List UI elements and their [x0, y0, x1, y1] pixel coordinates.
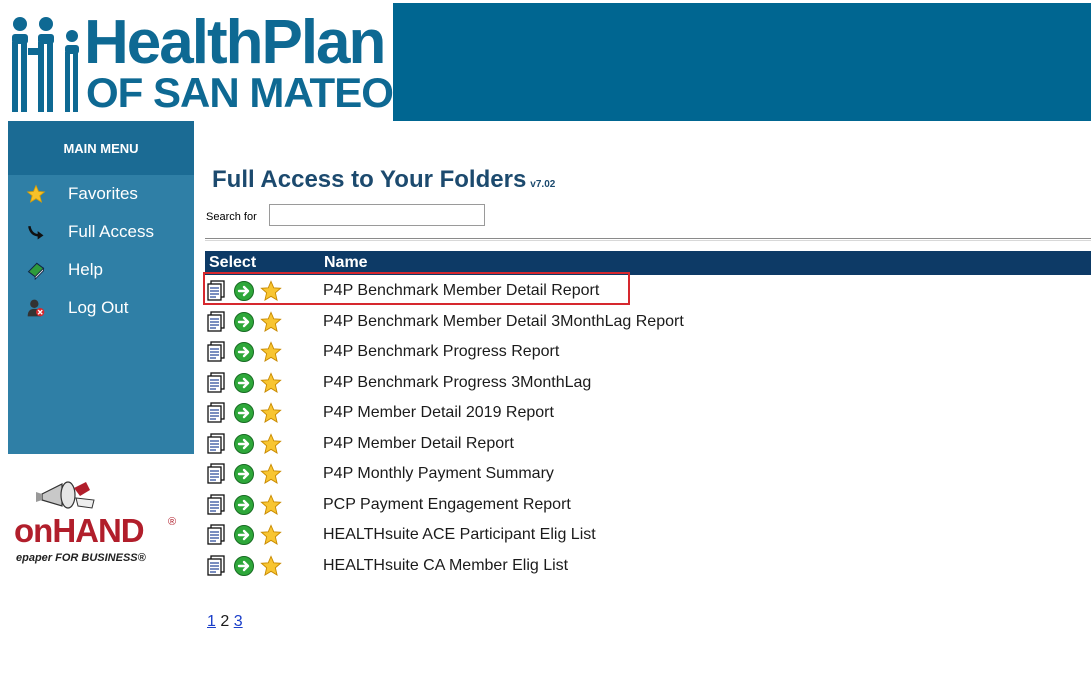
search-input[interactable] — [269, 204, 485, 226]
people-logo-icon — [12, 17, 79, 112]
onhand-logo: onHAND ® epaper FOR BUSINESS® — [10, 476, 190, 576]
row-actions — [206, 310, 287, 334]
sidebar-title: MAIN MENU — [8, 121, 194, 175]
registered-mark: ® — [168, 516, 177, 528]
page-link-1[interactable]: 1 — [207, 613, 216, 630]
version-label: v7.02 — [530, 179, 556, 190]
row-actions — [206, 523, 287, 547]
row-actions — [206, 371, 287, 395]
report-name-link[interactable]: P4P Benchmark Member Detail 3MonthLag Re… — [323, 313, 684, 331]
row-actions — [206, 279, 287, 303]
favorite-star-icon[interactable] — [260, 432, 282, 455]
document-icon[interactable] — [206, 524, 228, 546]
logo: HealthPlan OF SAN MATEO — [0, 0, 394, 121]
go-arrow-icon[interactable] — [233, 372, 255, 394]
row-actions — [206, 462, 287, 486]
row-actions — [206, 554, 287, 578]
sidebar-item-log-out[interactable]: Log Out — [8, 289, 194, 327]
document-icon[interactable] — [206, 341, 228, 363]
star-icon — [25, 183, 47, 205]
onhand-wordmark: onHAND — [14, 512, 145, 549]
row-actions — [206, 401, 287, 425]
go-arrow-icon[interactable] — [233, 494, 255, 516]
search-label: Search for — [206, 211, 257, 223]
table-row: HEALTHsuite ACE Participant Elig List — [205, 520, 1091, 551]
document-icon[interactable] — [206, 371, 228, 394]
sidebar-item-label: Help — [68, 260, 103, 279]
favorite-star-icon[interactable] — [260, 554, 282, 577]
go-arrow-icon[interactable] — [233, 341, 255, 363]
report-name-link[interactable]: P4P Member Detail Report — [323, 435, 514, 453]
user-logout-icon — [25, 297, 47, 319]
table-row: P4P Member Detail Report — [205, 429, 1091, 460]
sidebar-item-label: Favorites — [68, 184, 138, 203]
page-link-3[interactable]: 3 — [234, 613, 243, 630]
go-arrow-icon[interactable] — [233, 311, 255, 333]
row-actions — [206, 493, 287, 517]
sidebar-item-help[interactable]: Help — [8, 251, 194, 289]
favorite-star-icon[interactable] — [260, 341, 282, 363]
page-title-text: Full Access to Your Folders — [212, 166, 527, 193]
table-row: P4P Monthly Payment Summary — [205, 459, 1091, 490]
sidebar-item-label: Full Access — [68, 222, 154, 241]
document-icon[interactable] — [206, 280, 228, 302]
pagination: 1 2 3 — [207, 613, 243, 631]
table-row: P4P Benchmark Member Detail Report — [205, 276, 1091, 307]
favorite-star-icon[interactable] — [260, 524, 282, 546]
arrow-curve-icon — [25, 221, 47, 243]
sidebar-item-favorites[interactable]: Favorites — [8, 175, 194, 213]
favorite-star-icon[interactable] — [260, 463, 282, 485]
row-actions — [206, 340, 287, 364]
go-arrow-icon[interactable] — [233, 524, 255, 546]
logo-subtitle: OF SAN MATEO — [86, 69, 394, 116]
report-name-link[interactable]: HEALTHsuite ACE Participant Elig List — [323, 526, 596, 544]
logo-title: HealthPlan — [84, 8, 386, 77]
favorite-star-icon[interactable] — [260, 280, 282, 302]
report-name-link[interactable]: PCP Payment Engagement Report — [323, 496, 571, 514]
book-icon — [25, 259, 47, 281]
table-row: P4P Benchmark Progress Report — [205, 337, 1091, 368]
table-row: HEALTHsuite CA Member Elig List — [205, 551, 1091, 582]
document-icon[interactable] — [206, 554, 228, 577]
report-name-link[interactable]: P4P Member Detail 2019 Report — [323, 404, 554, 422]
go-arrow-icon[interactable] — [233, 280, 255, 302]
table-row: P4P Member Detail 2019 Report — [205, 398, 1091, 429]
table-row: PCP Payment Engagement Report — [205, 490, 1091, 521]
sidebar-item-full-access[interactable]: Full Access — [8, 213, 194, 251]
table-row: P4P Benchmark Member Detail 3MonthLag Re… — [205, 307, 1091, 338]
report-name-link[interactable]: P4P Benchmark Progress Report — [323, 343, 559, 361]
onhand-tagline: epaper FOR BUSINESS® — [16, 552, 146, 564]
go-arrow-icon[interactable] — [233, 402, 255, 424]
table-header: Select Name — [205, 251, 1091, 275]
favorite-star-icon[interactable] — [260, 402, 282, 424]
report-name-link[interactable]: HEALTHsuite CA Member Elig List — [323, 557, 568, 575]
report-name-link[interactable]: P4P Benchmark Member Detail Report — [323, 282, 599, 300]
header-banner — [393, 3, 1091, 121]
column-header-select: Select — [209, 254, 257, 271]
report-list: P4P Benchmark Member Detail Report P4P Be… — [205, 276, 1091, 581]
sidebar-item-label: Log Out — [68, 298, 129, 317]
document-icon[interactable] — [206, 493, 228, 516]
go-arrow-icon[interactable] — [233, 463, 255, 485]
favorite-star-icon[interactable] — [260, 493, 282, 516]
page-current-2: 2 — [220, 613, 230, 630]
go-arrow-icon[interactable] — [233, 433, 255, 455]
divider — [205, 238, 1091, 241]
report-name-link[interactable]: P4P Monthly Payment Summary — [323, 465, 554, 483]
table-row: P4P Benchmark Progress 3MonthLag — [205, 368, 1091, 399]
column-header-name: Name — [324, 254, 368, 271]
document-icon[interactable] — [206, 432, 228, 455]
sidebar: MAIN MENU Favorites Full Access Help Log… — [8, 121, 194, 454]
favorite-star-icon[interactable] — [260, 371, 282, 394]
row-actions — [206, 432, 287, 456]
report-name-link[interactable]: P4P Benchmark Progress 3MonthLag — [323, 374, 591, 392]
favorite-star-icon[interactable] — [260, 310, 282, 333]
megaphone-hand-icon — [36, 481, 95, 509]
go-arrow-icon[interactable] — [233, 555, 255, 577]
document-icon[interactable] — [206, 463, 228, 485]
page-title: Full Access to Your Folders v7.02 — [212, 166, 555, 194]
document-icon[interactable] — [206, 310, 228, 333]
document-icon[interactable] — [206, 402, 228, 424]
